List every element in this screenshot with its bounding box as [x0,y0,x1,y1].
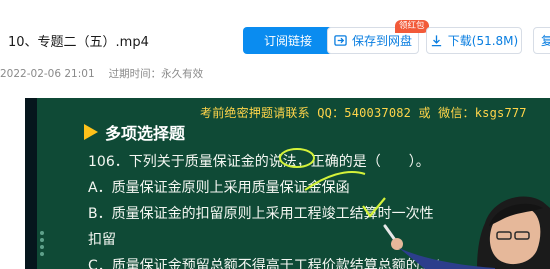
circle-annotation [279,148,315,168]
underline-annotation [304,170,366,191]
download-icon [431,35,441,47]
download-button[interactable]: 下载(51.8M) [426,27,522,54]
presenter-image [383,196,550,269]
expire-time: 过期时间：永久有效 [108,68,204,80]
file-meta: 2022-02-06 21:01 过期时间：永久有效 [0,66,203,81]
save-to-cloud-icon [334,35,347,46]
file-name: 10、专题二（五）.mp4 [8,35,149,50]
subscribe-link-button[interactable]: 订阅链接 [243,27,333,54]
file-header: 10、专题二（五）.mp4 2022-02-06 21:01 过期时间：永久有效 … [0,0,550,96]
subscribe-link-label: 订阅链接 [263,34,312,48]
video-player[interactable]: 考前绝密押题请联系 QQ：540037082 或 微信：ksgs777 多项选择… [25,98,550,269]
download-label: 下载(51.8M) [447,34,519,48]
more-label: 复 [541,34,550,48]
save-to-cloud-label: 保存到网盘 [351,34,412,48]
red-packet-badge[interactable]: 领红包 [395,20,429,33]
more-button[interactable]: 复 [533,27,550,54]
upload-date: 2022-02-06 21:01 [0,68,95,80]
